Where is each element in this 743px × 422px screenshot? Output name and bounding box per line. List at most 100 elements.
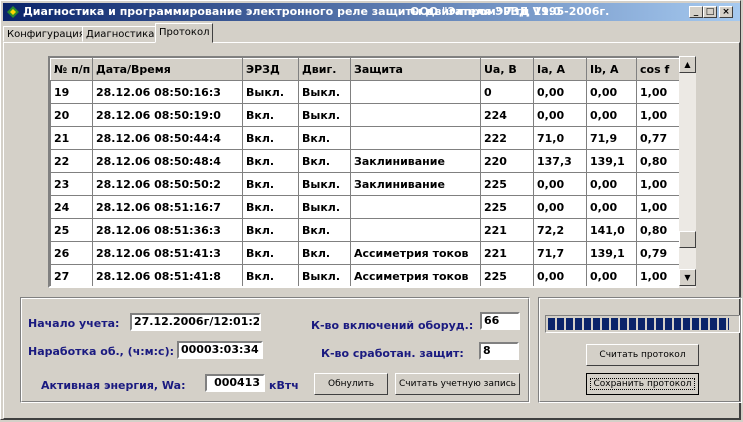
switch-on-label: К-во включений оборуд.: [311,319,474,332]
start-field[interactable]: 27.12.2006г/12:01:24 [130,313,261,331]
table-cell: 220 [480,149,534,173]
table-cell: 0,00 [586,172,637,196]
table-cell: Вкл. [242,241,299,265]
table-cell [350,80,481,104]
table-cell: Заклинивание [350,172,481,196]
table-row[interactable]: 20 28.12.06 08:50:19:0 Вкл. Выкл. 224 0,00 0,0… [50,103,681,127]
column-header[interactable]: Защита [350,58,481,81]
table-row[interactable]: 26 28.12.06 08:51:41:3 Вкл. Вкл. Ассиметрия … [50,241,681,265]
table-cell: 20 [50,103,93,127]
save-protocol-button[interactable]: Сохранить протокол [586,373,699,395]
table-cell: Вкл. [242,103,299,127]
table-cell: 221 [480,218,534,242]
column-header[interactable]: Дата/Время [92,58,243,81]
start-label: Начало учета: [28,317,120,330]
scroll-thumb[interactable] [679,231,696,248]
minimize-icon: _ [693,7,699,17]
table-cell: 224 [480,103,534,127]
table-cell: Вкл. [242,218,299,242]
table-cell: 27 [50,264,93,286]
table-cell [350,195,481,219]
minimize-button[interactable]: _ [689,6,703,18]
column-header[interactable]: cos f [636,58,681,81]
table-cell: 28.12.06 08:50:16:3 [92,80,243,104]
scroll-down-button[interactable]: ▼ [679,269,696,286]
switch-on-field[interactable]: 66 [480,312,520,330]
table-cell: 71,7 [533,241,587,265]
table-cell: 28.12.06 08:51:41:3 [92,241,243,265]
table-cell: 0,80 [636,149,681,173]
reset-button[interactable]: Обнулить [314,373,388,395]
read-protocol-button[interactable]: Считать протокол [586,344,699,366]
close-button[interactable]: × [719,6,733,18]
table-cell: 28.12.06 08:51:36:3 [92,218,243,242]
title-bar[interactable]: Диагностика и программирование электронн… [3,3,740,21]
table-cell: 1,00 [636,195,681,219]
table-cell: 22 [50,149,93,173]
table-cell: 28.12.06 08:50:48:4 [92,149,243,173]
table-cell: Выкл. [298,195,351,219]
table-cell: Ассиметрия токов [350,241,481,265]
close-icon: × [722,7,730,17]
maximize-icon: □ [705,7,715,17]
table-cell [350,126,481,150]
table-cell: Выкл. [298,80,351,104]
column-header[interactable]: ЭРЗД [242,58,299,81]
table-cell: 0,00 [586,103,637,127]
table-row[interactable]: 21 28.12.06 08:50:44:4 Вкл. Вкл. 222 71,0 71,9… [50,126,681,150]
table-cell: Вкл. [242,126,299,150]
table-cell: 225 [480,172,534,196]
tab-configuration[interactable]: Конфигурация [3,26,89,42]
table-cell: 71,9 [586,126,637,150]
table-cell: 71,0 [533,126,587,150]
table-cell: 0,79 [636,241,681,265]
trips-label: К-во сработан. защит: [321,347,464,360]
table-cell: Вкл. [242,172,299,196]
table-row[interactable]: 22 28.12.06 08:50:48:4 Вкл. Вкл. Заклинивани… [50,149,681,173]
energy-field[interactable]: 000413 [205,374,265,392]
table-cell: 28.12.06 08:50:44:4 [92,126,243,150]
table-row[interactable]: 23 28.12.06 08:50:50:2 Вкл. Выкл. Заклиниван… [50,172,681,196]
table-row[interactable]: 24 28.12.06 08:51:16:7 Вкл. Выкл. 225 0,00 0,0… [50,195,681,219]
table-cell: 26 [50,241,93,265]
progress-bar [545,315,740,333]
table-row[interactable]: 25 28.12.06 08:51:36:3 Вкл. Вкл. 221 72,2 141,… [50,218,681,242]
column-header[interactable]: Ua, В [480,58,534,81]
table-cell: 0,00 [586,264,637,286]
trips-field[interactable]: 8 [479,342,519,360]
table-cell: Выкл. [298,264,351,286]
table-cell: 28.12.06 08:50:50:2 [92,172,243,196]
table-cell: 0 [480,80,534,104]
table-scrollbar[interactable]: ▲ ▼ [679,56,696,288]
table-cell: 222 [480,126,534,150]
arrow-up-icon: ▲ [684,60,691,69]
table-cell: 23 [50,172,93,196]
runtime-field[interactable]: 00003:03:34 [177,341,263,359]
table-cell: 0,00 [533,80,587,104]
table-cell: 139,1 [586,241,637,265]
table-cell: 141,0 [586,218,637,242]
table-cell: 21 [50,126,93,150]
table-cell: 28.12.06 08:51:41:8 [92,264,243,286]
read-record-button[interactable]: Считать учетную запись [395,373,520,395]
table-cell: Выкл. [298,103,351,127]
table-row[interactable]: 27 28.12.06 08:51:41:8 Вкл. Выкл. Ассиметрия… [50,264,681,286]
column-header[interactable]: Ia, А [533,58,587,81]
tab-diagnostics[interactable]: Диагностика [82,26,159,42]
table-cell: Ассиметрия токов [350,264,481,286]
maximize-button[interactable]: □ [703,6,717,18]
column-header[interactable]: Двиг. [298,58,351,81]
table-cell: 0,80 [636,218,681,242]
table-cell: Выкл. [298,172,351,196]
table-cell: 225 [480,264,534,286]
tab-protocol[interactable]: Протокол [155,23,214,43]
table-cell: 25 [50,218,93,242]
table-row[interactable]: 19 28.12.06 08:50:16:3 Выкл. Выкл. 0 0,00 0,00… [50,80,681,104]
scroll-up-button[interactable]: ▲ [679,56,696,73]
column-header[interactable]: № п/п [50,58,93,81]
table-cell: Вкл. [242,264,299,286]
table-cell: 19 [50,80,93,104]
column-header[interactable]: Ib, А [586,58,637,81]
table-cell: 0,00 [533,103,587,127]
protocol-table[interactable]: № п/п Дата/Время ЭРЗД Двиг. Защита Ua, В Ia, А… [48,56,696,288]
